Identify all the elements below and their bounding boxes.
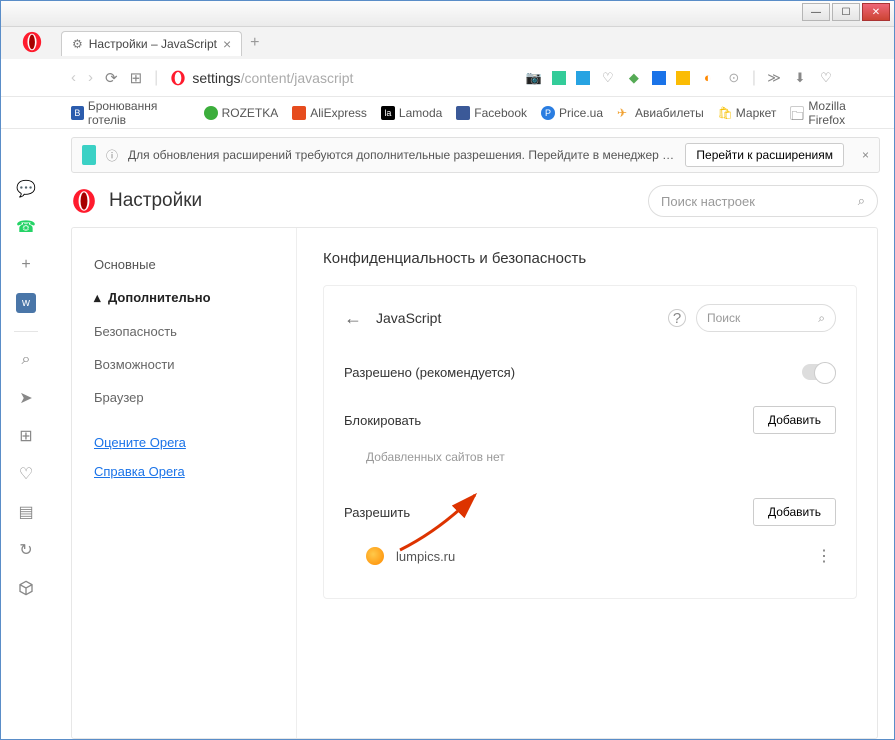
snapshot-icon[interactable]: 📷 (526, 70, 542, 86)
url-text: settings/content/javascript (192, 70, 353, 86)
opera-settings-logo-icon (71, 188, 97, 214)
tab-title: Настройки – JavaScript (89, 37, 217, 51)
add-messenger-icon[interactable]: + (16, 255, 36, 275)
back-button[interactable]: ‹ (71, 69, 76, 86)
panel-title: JavaScript (376, 310, 441, 326)
ext-icon-8[interactable]: ⊙ (726, 70, 742, 86)
ext-icon-1[interactable] (552, 71, 566, 85)
history-rail-icon[interactable]: ↻ (16, 540, 36, 560)
left-sidebar-rail: 💬 ☎ + w ⌕ ➤ ⊞ ♡ ▤ ↻ (1, 173, 51, 739)
ext-icon-5[interactable] (652, 71, 666, 85)
extension-notification: ⓘ Для обновления расширений требуются до… (71, 137, 880, 173)
bookmark-item[interactable]: AliExpress (292, 106, 367, 120)
ext-icon-6[interactable] (676, 71, 690, 85)
tab-settings-javascript[interactable]: ⚙ Настройки – JavaScript × (61, 31, 242, 56)
tab-strip: ⚙ Настройки – JavaScript × + (1, 27, 894, 59)
bookmark-item[interactable]: 🛍Маркет (718, 106, 777, 120)
sidebar-link-help[interactable]: Справка Opera (72, 457, 296, 486)
help-icon[interactable]: ? (668, 309, 686, 327)
reload-button[interactable]: ⟳ (105, 69, 118, 87)
notification-text: Для обновления расширений требуются допо… (128, 148, 675, 162)
sidebar-item-advanced[interactable]: ▴Дополнительно (72, 281, 296, 315)
address-field[interactable]: settings/content/javascript (170, 70, 514, 86)
site-name: lumpics.ru (396, 549, 455, 564)
window-title-bar: — ☐ ✕ (1, 1, 894, 27)
whatsapp-icon[interactable]: ☎ (16, 217, 36, 237)
notification-close-icon[interactable]: × (862, 148, 869, 162)
vk-icon[interactable]: w (16, 293, 36, 313)
opera-url-icon (170, 70, 186, 86)
bookmark-item[interactable]: 🗀Mozilla Firefox (790, 99, 878, 127)
sidebar-toggle-icon[interactable]: ≫ (766, 70, 782, 86)
allowed-site-row[interactable]: lumpics.ru ⋮ (344, 532, 836, 580)
search-placeholder: Поиск настроек (661, 194, 755, 209)
tab-close-icon[interactable]: × (223, 36, 231, 52)
cube-rail-icon[interactable] (16, 578, 36, 598)
close-button[interactable]: ✕ (862, 3, 890, 21)
bookmarks-bar: BБронювання готелів ROZETKA AliExpress l… (1, 97, 894, 129)
bookmark-item[interactable]: ROZETKA (204, 106, 279, 120)
grid-rail-icon[interactable]: ⊞ (16, 426, 36, 446)
allowed-label: Разрешено (рекомендуется) (344, 365, 515, 380)
ext-icon-7[interactable]: ◐ (700, 70, 716, 86)
sidebar-link-rate[interactable]: Оцените Opera (72, 428, 296, 457)
ext-icon-3[interactable]: ♡ (600, 70, 616, 86)
news-rail-icon[interactable]: ▤ (16, 502, 36, 522)
section-title: Конфиденциальность и безопасность (323, 250, 857, 267)
allowed-toggle-row[interactable]: Разрешено (рекомендуется) (344, 350, 836, 394)
url-bar: ‹ › ⟳ ⊞ | settings/content/javascript 📷 … (1, 59, 894, 97)
bookmark-item[interactable]: BБронювання готелів (71, 99, 190, 127)
settings-search-input[interactable]: Поиск настроек ⌕ (648, 185, 878, 217)
url-action-icons: 📷 ♡ ◆ ◐ ⊙ | ≫ ⬇ ♡ (526, 69, 834, 87)
allow-heading: Разрешить (344, 505, 410, 520)
bookmark-item[interactable]: laLamoda (381, 106, 442, 120)
sidebar-item-main[interactable]: Основные (72, 248, 296, 281)
bookmark-item[interactable]: Facebook (456, 106, 527, 120)
sidebar-item-features[interactable]: Возможности (72, 348, 296, 381)
heart-rail-icon[interactable]: ♡ (16, 464, 36, 484)
search-rail-icon[interactable]: ⌕ (16, 350, 36, 370)
sidebar-item-security[interactable]: Безопасность (72, 315, 296, 348)
block-empty-text: Добавленных сайтов нет (344, 440, 836, 474)
search-icon: ⌕ (858, 193, 865, 209)
download-icon[interactable]: ⬇ (792, 70, 808, 86)
site-menu-button[interactable]: ⋮ (816, 546, 836, 566)
phone-icon (82, 145, 96, 165)
javascript-panel: ← JavaScript ? Поиск ⌕ Разреш (323, 285, 857, 599)
settings-detail: Конфиденциальность и безопасность ← Java… (297, 228, 877, 738)
send-rail-icon[interactable]: ➤ (16, 388, 36, 408)
minimize-button[interactable]: — (802, 3, 830, 21)
block-heading: Блокировать (344, 413, 421, 428)
new-tab-button[interactable]: + (250, 34, 259, 52)
bookmark-heart-icon[interactable]: ♡ (818, 70, 834, 86)
messenger-icon[interactable]: 💬 (16, 179, 36, 199)
forward-button[interactable]: › (88, 69, 93, 86)
add-block-button[interactable]: Добавить (753, 406, 836, 434)
bookmark-item[interactable]: PPrice.ua (541, 106, 603, 120)
settings-sidebar: Основные ▴Дополнительно Безопасность Воз… (72, 228, 297, 738)
site-favicon-icon (366, 547, 384, 565)
goto-extensions-button[interactable]: Перейти к расширениям (685, 143, 844, 167)
search-icon: ⌕ (818, 311, 825, 326)
gear-icon: ⚙ (72, 37, 83, 51)
ext-icon-2[interactable] (576, 71, 590, 85)
panel-search-input[interactable]: Поиск ⌕ (696, 304, 836, 332)
allowed-toggle[interactable] (802, 364, 836, 380)
back-arrow-button[interactable]: ← (344, 308, 362, 329)
bookmark-item[interactable]: ✈Авиабилеты (617, 106, 704, 120)
info-icon: ⓘ (106, 147, 118, 164)
chevron-up-icon: ▴ (94, 290, 104, 306)
sidebar-item-browser[interactable]: Браузер (72, 381, 296, 414)
opera-logo-icon (21, 31, 43, 53)
ext-icon-4[interactable]: ◆ (626, 70, 642, 86)
settings-title: Настройки (109, 190, 202, 212)
add-allow-button[interactable]: Добавить (753, 498, 836, 526)
maximize-button[interactable]: ☐ (832, 3, 860, 21)
speed-dial-icon[interactable]: ⊞ (130, 69, 143, 87)
settings-header: Настройки Поиск настроек ⌕ (71, 185, 878, 217)
